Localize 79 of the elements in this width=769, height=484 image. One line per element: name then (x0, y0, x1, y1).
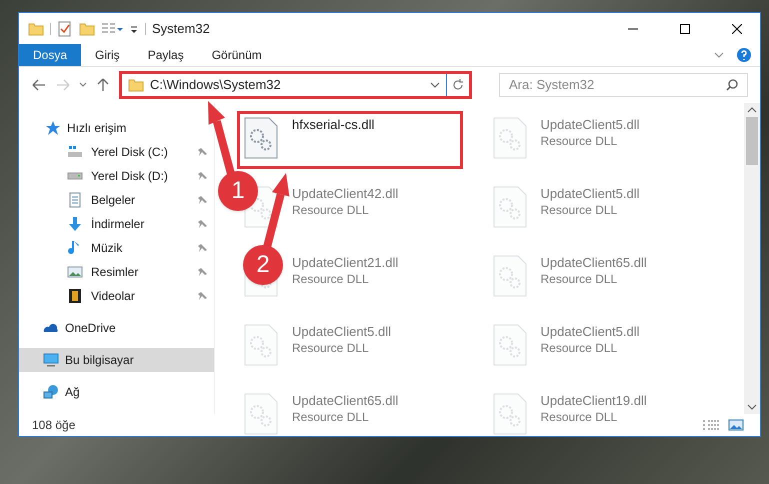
drive-icon (67, 172, 83, 180)
back-arrow-icon[interactable] (31, 77, 47, 93)
ribbon-tab[interactable]: Giriş (81, 44, 134, 66)
search-field[interactable]: Ara: System32 (499, 73, 748, 97)
nav-item[interactable]: İndirmeler (19, 212, 214, 236)
properties-icon[interactable] (57, 20, 73, 36)
download-arrow-icon (67, 216, 83, 232)
file-name: UpdateClient5.dll (540, 117, 640, 133)
dll-file-icon (492, 186, 526, 228)
help-icon[interactable] (736, 47, 752, 63)
search-icon (726, 79, 738, 91)
address-path: C:\Windows\System32 (150, 76, 282, 94)
ribbon-tab[interactable]: Dosya (19, 44, 82, 66)
dll-file-icon (492, 324, 526, 366)
dll-file-icon (492, 255, 526, 297)
file-type: Resource DLL (540, 409, 618, 425)
nav-item[interactable]: Müzik (19, 236, 214, 260)
pin-icon (198, 219, 208, 229)
expand-ribbon-chevron-icon[interactable] (714, 50, 724, 60)
close-icon (732, 24, 742, 34)
pin-icon (198, 291, 208, 301)
file-name: UpdateClient65.dll (540, 255, 647, 271)
large-icons-view-icon[interactable] (728, 419, 744, 431)
file-type: Resource DLL (540, 133, 618, 149)
dll-file-icon (244, 393, 278, 435)
up-arrow-icon[interactable] (95, 77, 111, 93)
file-type: Resource DLL (540, 202, 618, 218)
drive-icon (67, 144, 83, 160)
dll-file-icon (492, 393, 526, 435)
scrollbar-thumb[interactable] (746, 117, 758, 165)
folder-icon (28, 20, 44, 36)
picture-icon (67, 264, 83, 280)
file-type: Resource DLL (292, 202, 370, 218)
new-folder-icon (79, 20, 95, 36)
file-type: Resource DLL (292, 340, 370, 356)
address-bar[interactable]: C:\Windows\System32 (119, 71, 472, 99)
file-name: hfxserial-cs.dll (292, 117, 374, 133)
file-type: Resource DLL (292, 271, 370, 287)
nav-item[interactable]: Hızlı erişim (19, 116, 214, 140)
maximize-icon (680, 24, 690, 34)
pin-icon (198, 171, 208, 181)
file-name: UpdateClient5.dll (292, 324, 392, 340)
nav-item[interactable]: Videolar (19, 284, 214, 308)
pin-icon (198, 243, 208, 253)
file-name: UpdateClient19.dll (540, 393, 647, 409)
file-type: Resource DLL (292, 409, 370, 425)
pin-icon (198, 147, 208, 157)
dll-file-icon (492, 117, 526, 159)
document-icon (67, 192, 83, 208)
file-name: UpdateClient5.dll (540, 186, 640, 202)
nav-item[interactable]: Resimler (19, 260, 214, 284)
pin-icon (198, 267, 208, 277)
file-type: Resource DLL (540, 340, 618, 356)
vertical-scrollbar[interactable] (744, 103, 760, 414)
file-name: UpdateClient21.dll (292, 255, 398, 271)
pin-icon (198, 195, 208, 205)
nav-item[interactable]: Ağ (19, 380, 214, 404)
ribbon-tab[interactable]: Görünüm (198, 44, 276, 66)
nav-item[interactable]: Bu bilgisayar (19, 348, 214, 372)
nav-item[interactable]: Belgeler (19, 188, 214, 212)
details-view-icon[interactable] (702, 419, 720, 431)
highlighted-file-item[interactable]: hfxserial-cs.dll (237, 111, 463, 169)
star-icon (45, 120, 61, 136)
nav-item[interactable]: OneDrive (19, 316, 214, 340)
monitor-icon (43, 352, 59, 368)
item-count: 108 öğe (32, 417, 76, 434)
nav-item[interactable]: Yerel Disk (D:) (19, 164, 214, 188)
file-type: Resource DLL (540, 271, 618, 287)
window-title: System32 (152, 20, 210, 38)
ribbon-tab[interactable]: Paylaş (134, 44, 198, 66)
nav-item[interactable]: Yerel Disk (C:) (19, 140, 214, 164)
dll-file-icon (244, 324, 278, 366)
file-name: UpdateClient65.dll (292, 393, 398, 409)
file-name: UpdateClient42.dll (292, 186, 398, 202)
dll-file-icon (244, 117, 278, 159)
folder-icon (128, 77, 144, 93)
film-icon (67, 288, 83, 304)
file-name: UpdateClient5.dll (540, 324, 640, 340)
search-input[interactable]: Ara: System32 (509, 75, 726, 95)
